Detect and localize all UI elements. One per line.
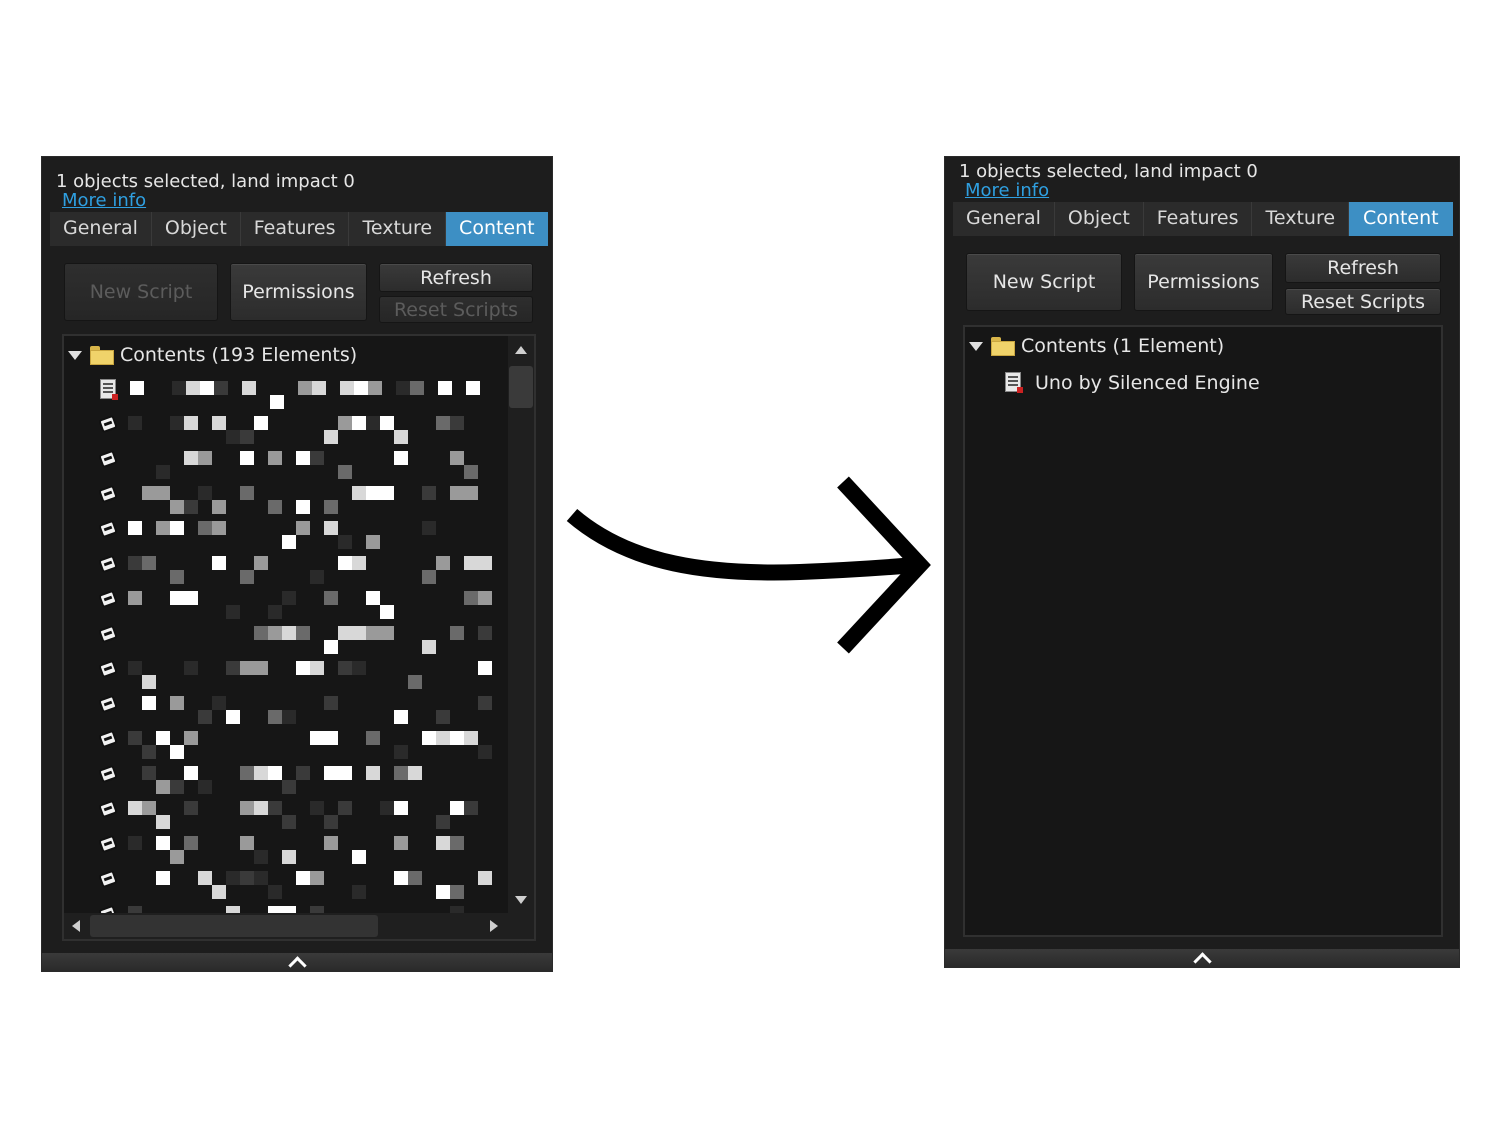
collapse-bar[interactable] (42, 953, 552, 975)
refresh-button[interactable]: Refresh (1285, 253, 1441, 283)
scroll-right-icon[interactable] (490, 920, 498, 932)
reset-scripts-button[interactable]: Reset Scripts (379, 296, 533, 323)
collapse-bar[interactable] (945, 949, 1459, 971)
list-item[interactable] (98, 829, 508, 864)
list-item[interactable] (98, 374, 508, 409)
obscured-item-name (128, 830, 498, 864)
tab-content[interactable]: Content (1349, 202, 1453, 236)
folder-icon (991, 336, 1015, 356)
script-icon (98, 378, 120, 402)
scroll-left-icon[interactable] (72, 920, 80, 932)
obscured-item-name (128, 550, 498, 584)
floater-after: 1 objects selected, land impact 0 More i… (944, 156, 1460, 971)
expand-arrow-icon[interactable] (969, 341, 983, 351)
list-item[interactable] (98, 864, 508, 899)
list-item[interactable] (98, 654, 508, 689)
contents-root-label: Contents (193 Elements) (120, 344, 358, 366)
object-icon (98, 484, 120, 506)
scroll-up-icon[interactable] (515, 346, 527, 354)
tab-texture[interactable]: Texture (349, 212, 447, 246)
tab-features[interactable]: Features (1143, 202, 1253, 236)
object-icon (98, 414, 120, 436)
horizontal-scroll-thumb[interactable] (90, 915, 378, 937)
folder-icon (90, 345, 114, 365)
tab-content[interactable]: Content (446, 212, 548, 246)
contents-root-label: Contents (1 Element) (1021, 335, 1225, 357)
reset-scripts-button[interactable]: Reset Scripts (1285, 288, 1441, 315)
list-item[interactable] (98, 514, 508, 549)
object-icon (98, 729, 120, 751)
obscured-item-name (128, 690, 498, 724)
tab-bar: General Object Features Texture Content (953, 202, 1453, 236)
obscured-item-name (128, 445, 498, 479)
object-icon (98, 869, 120, 891)
chevron-up-icon[interactable] (1192, 951, 1212, 971)
list-item[interactable] (98, 584, 508, 619)
more-info-link[interactable]: More info (965, 180, 1049, 201)
list-item[interactable] (98, 759, 508, 794)
object-icon (98, 834, 120, 856)
vertical-scroll-thumb[interactable] (509, 366, 533, 408)
list-item[interactable] (98, 444, 508, 479)
list-item[interactable] (98, 794, 508, 829)
list-item[interactable] (98, 549, 508, 584)
list-item[interactable]: Uno by Silenced Engine (1003, 371, 1260, 395)
obscured-item-name (130, 375, 500, 409)
permissions-button[interactable]: Permissions (1134, 253, 1273, 311)
object-icon (98, 694, 120, 716)
obscured-item-name (128, 515, 498, 549)
list-item[interactable] (98, 724, 508, 759)
tab-general[interactable]: General (50, 212, 152, 246)
obscured-item-name (128, 480, 498, 514)
chevron-up-icon[interactable] (287, 955, 307, 975)
permissions-button[interactable]: Permissions (230, 263, 367, 321)
transition-arrow-icon (566, 476, 931, 654)
obscured-item-name (128, 865, 498, 899)
object-icon (98, 519, 120, 541)
refresh-button[interactable]: Refresh (379, 263, 533, 292)
object-icon (98, 449, 120, 471)
list-item[interactable] (98, 409, 508, 444)
object-icon (98, 589, 120, 611)
object-icon (98, 764, 120, 786)
vertical-scrollbar[interactable] (508, 336, 534, 939)
new-script-button[interactable]: New Script (966, 253, 1122, 311)
tab-general[interactable]: General (953, 202, 1055, 236)
tab-object[interactable]: Object (151, 212, 241, 246)
list-item[interactable] (98, 619, 508, 654)
selection-info: 1 objects selected, land impact 0 (959, 161, 1258, 182)
contents-root-row[interactable]: Contents (193 Elements) (68, 344, 357, 366)
contents-tree[interactable]: Contents (193 Elements) (62, 334, 536, 941)
obscured-item-name (128, 655, 498, 689)
tab-bar: General Object Features Texture Content (50, 212, 548, 246)
floater-before: 1 objects selected, land impact 0 More i… (41, 156, 553, 975)
list-item[interactable] (98, 479, 508, 514)
object-icon (98, 799, 120, 821)
obscured-item-name (128, 585, 498, 619)
tab-object[interactable]: Object (1054, 202, 1144, 236)
contents-root-row[interactable]: Contents (1 Element) (969, 335, 1224, 357)
obscured-item-name (128, 760, 498, 794)
object-icon (98, 659, 120, 681)
list-item[interactable] (98, 689, 508, 724)
object-icon (98, 554, 120, 576)
scroll-down-icon[interactable] (515, 896, 527, 904)
selection-info: 1 objects selected, land impact 0 (56, 171, 355, 192)
new-script-button[interactable]: New Script (64, 263, 218, 321)
expand-arrow-icon[interactable] (68, 350, 82, 360)
contents-tree[interactable]: Contents (1 Element) Uno by Silenced Eng… (963, 325, 1443, 937)
tab-features[interactable]: Features (240, 212, 350, 246)
obscured-item-name (128, 410, 498, 444)
script-icon (1003, 371, 1025, 395)
more-info-link[interactable]: More info (62, 190, 146, 211)
obscured-item-name (128, 620, 498, 654)
item-name: Uno by Silenced Engine (1035, 372, 1260, 394)
obscured-item-name (128, 725, 498, 759)
horizontal-scrollbar[interactable] (64, 913, 508, 939)
object-icon (98, 624, 120, 646)
obscured-item-name (128, 795, 498, 829)
tab-texture[interactable]: Texture (1252, 202, 1350, 236)
